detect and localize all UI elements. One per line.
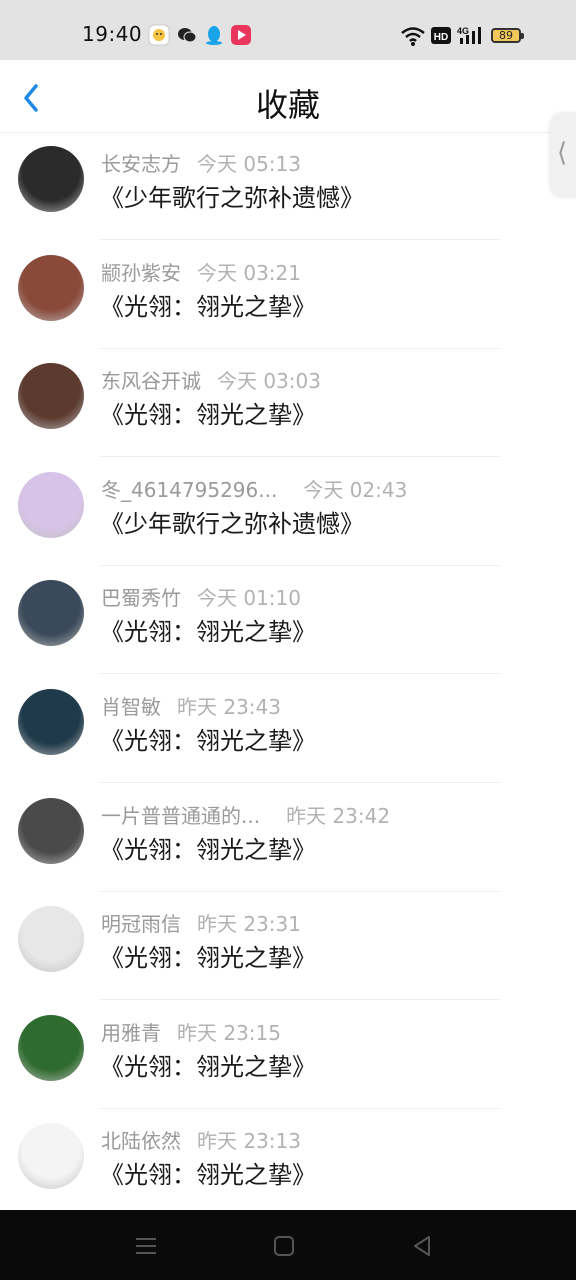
avatar[interactable] (18, 471, 84, 538)
book-title[interactable]: 《光翎：翎光之挚》 (100, 1047, 316, 1082)
item-meta: 东风谷开诚 今天 03:03 (101, 365, 321, 394)
username[interactable]: 用雅青 (101, 1017, 161, 1046)
book-title[interactable]: 《光翎：翎光之挚》 (100, 830, 316, 865)
app-notification-icon (148, 24, 170, 46)
favorite-item[interactable]: 肖智敏 昨天 23:43 《光翎：翎光之挚》 (0, 675, 576, 783)
avatar[interactable] (18, 689, 84, 755)
username[interactable]: 巴蜀秀竹 (101, 582, 181, 611)
username[interactable]: 肖智敏 (101, 691, 161, 720)
avatar[interactable] (18, 146, 84, 212)
book-title[interactable]: 《少年歌行之弥补遗憾》 (100, 504, 364, 539)
favorite-item[interactable]: 一片普普通通的... 昨天 23:42 《光翎：翎光之挚》 (0, 784, 576, 892)
avatar[interactable] (18, 580, 84, 647)
favorite-item[interactable]: 长安志方 今天 05:13 《少年歌行之弥补遗憾》 (0, 132, 576, 240)
timestamp: 今天 03:21 (197, 260, 301, 285)
username[interactable]: 明冠雨信 (101, 908, 181, 937)
username[interactable]: 长安志方 (101, 148, 181, 177)
timestamp: 今天 02:43 (303, 477, 408, 502)
favorite-item[interactable]: 巴蜀秀竹 今天 01:10 《光翎：翎光之挚》 (0, 566, 576, 675)
item-meta: 巴蜀秀竹 今天 01:10 (101, 582, 301, 611)
avatar[interactable] (18, 363, 84, 430)
item-meta: 一片普普通通的... 昨天 23:42 (101, 800, 390, 829)
timestamp: 今天 05:13 (197, 152, 301, 176)
book-title[interactable]: 《光翎：翎光之挚》 (100, 938, 316, 973)
username[interactable]: 东风谷开诚 (101, 365, 201, 394)
item-meta: 冬_4614795296... 今天 02:43 (101, 474, 407, 503)
avatar[interactable] (18, 254, 84, 321)
avatar[interactable] (18, 906, 84, 973)
username[interactable]: 一片普普通通的... (101, 800, 260, 829)
avatar[interactable] (18, 797, 84, 864)
status-bar: 19:40 HD 4G 89 (0, 0, 576, 60)
book-title[interactable]: 《光翎：翎光之挚》 (100, 395, 316, 430)
item-meta: 明冠雨信 昨天 23:31 (101, 908, 301, 937)
timestamp: 昨天 23:15 (177, 1020, 281, 1045)
hd-icon: HD (431, 27, 451, 44)
book-title[interactable]: 《光翎：翎光之挚》 (100, 612, 316, 647)
avatar[interactable] (18, 1014, 84, 1081)
item-meta: 长安志方 今天 05:13 (101, 148, 301, 177)
book-title[interactable]: 《少年歌行之弥补遗憾》 (100, 178, 364, 213)
item-meta: 颛孙紫安 今天 03:21 (101, 257, 301, 286)
svg-text:4G: 4G (457, 26, 469, 36)
timestamp: 昨天 23:43 (177, 695, 281, 719)
back-nav-icon[interactable] (408, 1232, 436, 1260)
favorite-item[interactable]: 明冠雨信 昨天 23:31 《光翎：翎光之挚》 (0, 892, 576, 1001)
svg-text:HD: HD (434, 32, 448, 43)
timestamp: 昨天 23:13 (197, 1129, 301, 1154)
wechat-icon (178, 28, 197, 43)
username[interactable]: 北陆依然 (101, 1125, 181, 1154)
book-title[interactable]: 《光翎：翎光之挚》 (100, 1155, 316, 1190)
4g-signal-icon: 4G (457, 26, 481, 44)
item-meta: 用雅青 昨天 23:15 (101, 1017, 281, 1046)
favorite-item[interactable]: 东风谷开诚 今天 03:03 《光翎：翎光之挚》 (0, 349, 576, 458)
battery-indicator: 89 (491, 28, 524, 43)
status-time: 19:40 (82, 22, 143, 46)
favorite-item[interactable]: 颛孙紫安 今天 03:21 《光翎：翎光之挚》 (0, 241, 576, 349)
favorite-item[interactable]: 冬_4614795296... 今天 02:43 《少年歌行之弥补遗憾》 (0, 458, 576, 566)
app-header: 收藏 (0, 60, 576, 133)
timestamp: 昨天 23:42 (286, 803, 391, 828)
username[interactable]: 颛孙紫安 (101, 257, 181, 286)
book-title[interactable]: 《光翎：翎光之挚》 (100, 287, 316, 322)
timestamp: 今天 01:10 (197, 586, 301, 611)
timestamp: 今天 03:03 (217, 369, 321, 394)
item-meta: 北陆依然 昨天 23:13 (101, 1125, 301, 1154)
book-title[interactable]: 《光翎：翎光之挚》 (100, 721, 316, 756)
menu-icon[interactable] (132, 1232, 160, 1260)
favorite-item[interactable]: 北陆依然 昨天 23:13 《光翎：翎光之挚》 (0, 1109, 576, 1218)
video-app-icon (231, 25, 251, 45)
item-meta: 肖智敏 昨天 23:43 (101, 691, 281, 720)
page-title: 收藏 (255, 86, 320, 124)
avatar[interactable] (18, 1123, 84, 1190)
favorite-item[interactable]: 用雅青 昨天 23:15 《光翎：翎光之挚》 (0, 1001, 576, 1109)
system-nav-bar (0, 1210, 576, 1280)
wifi-icon (401, 27, 425, 46)
qq-icon (206, 26, 222, 45)
username[interactable]: 冬_4614795296... (101, 474, 277, 503)
timestamp: 昨天 23:31 (197, 912, 301, 937)
home-icon[interactable] (270, 1232, 298, 1260)
